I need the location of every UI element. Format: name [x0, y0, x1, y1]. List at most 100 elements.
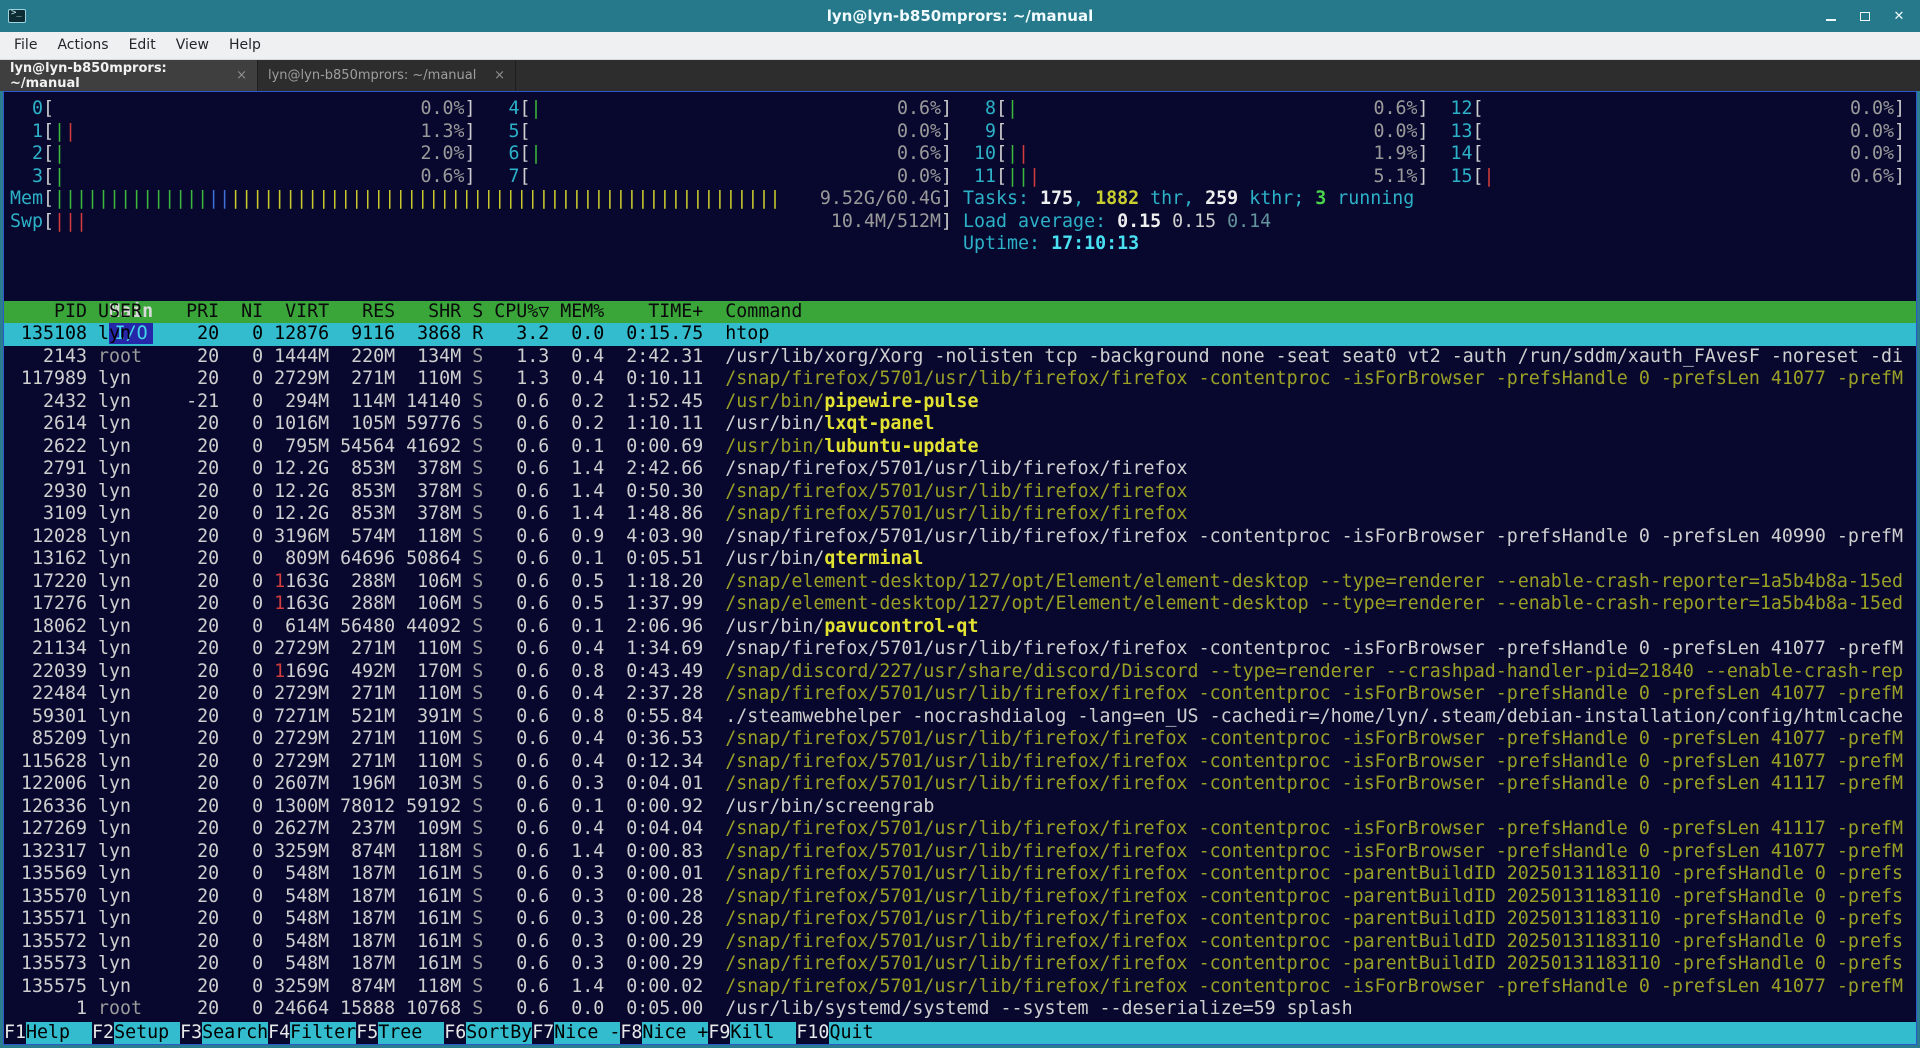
cell-mem-percent: 0.3: [549, 953, 604, 976]
process-row[interactable]: 17220lyn2001163G288M106MS0.60.51:18.20/s…: [10, 571, 1916, 594]
fnkey-f7-nice-[interactable]: F7Nice -: [532, 1022, 620, 1045]
htop-screen-tabs: Main I/O: [10, 278, 1916, 301]
fnbar-filler: [895, 1022, 1916, 1045]
process-row[interactable]: 122006lyn2002607M196M103MS0.60.30:04.01/…: [10, 773, 1916, 796]
terminal-tab-1[interactable]: lyn@lyn-b850mprors: ~/manual×: [0, 60, 258, 91]
process-row[interactable]: 2432lyn-210294M114M14140S0.60.21:52.45/u…: [10, 391, 1916, 414]
column-header-ni[interactable]: NI: [219, 301, 263, 324]
menu-item-edit[interactable]: Edit: [119, 32, 166, 59]
fnkey-key: F2: [92, 1022, 114, 1045]
column-header-pri[interactable]: PRI: [186, 301, 219, 324]
fnkey-f6-sortby[interactable]: F6SortBy: [444, 1022, 532, 1045]
cell-pid: 117989: [10, 368, 87, 391]
column-header-user[interactable]: USER: [98, 301, 186, 324]
process-row-selected[interactable]: 135108lyn2001287691163868R3.20.00:15.75h…: [4, 323, 1916, 346]
process-row[interactable]: 135572lyn200548M187M161MS0.60.30:00.29/s…: [10, 931, 1916, 954]
terminal-tab-2[interactable]: lyn@lyn-b850mprors: ~/manual×: [258, 60, 516, 91]
cell-cpu-percent: 0.6: [483, 886, 549, 909]
meter-value: 0.0%: [1850, 98, 1894, 121]
process-row[interactable]: 126336lyn2001300M7801259192S0.60.10:00.9…: [10, 796, 1916, 819]
meter-bar: |0.6%: [1007, 98, 1417, 121]
terminal-window: lyn@lyn-b850mprors: ~/manual ✕ FileActio…: [0, 0, 1920, 1048]
close-button[interactable]: ✕: [1892, 9, 1906, 23]
column-header-cpu[interactable]: CPU%▽: [483, 301, 549, 324]
process-row[interactable]: 12028lyn2003196M574M118MS0.60.94:03.90/s…: [10, 526, 1916, 549]
cell-user: lyn: [98, 391, 186, 414]
cell-shr: 10768: [395, 998, 461, 1021]
text-segment: running: [1326, 188, 1414, 209]
menu-item-view[interactable]: View: [166, 32, 219, 59]
fnkey-f10-quit[interactable]: F10Quit: [796, 1022, 895, 1045]
tab-close-icon[interactable]: ×: [486, 68, 505, 83]
text-segment: thr,: [1139, 188, 1205, 209]
cell-user: lyn: [98, 818, 186, 841]
cell-ni: 0: [219, 458, 263, 481]
process-row[interactable]: 117989lyn2002729M271M110MS1.30.40:10.11/…: [10, 368, 1916, 391]
process-row[interactable]: 2614lyn2001016M105M59776S0.60.21:10.11/u…: [10, 413, 1916, 436]
column-header-time[interactable]: TIME+: [604, 301, 703, 324]
process-row[interactable]: 135570lyn200548M187M161MS0.60.30:00.28/s…: [10, 886, 1916, 909]
fnkey-f1-help[interactable]: F1Help: [4, 1022, 92, 1045]
process-row[interactable]: 2622lyn200795M5456441692S0.60.10:00.69/u…: [10, 436, 1916, 459]
meter-ticks: |: [531, 98, 542, 121]
meter-bracket-close: ]: [1894, 166, 1905, 189]
cell-cpu-percent: 0.6: [483, 413, 549, 436]
column-header-cmd[interactable]: Command: [725, 301, 1916, 324]
menu-item-help[interactable]: Help: [219, 32, 271, 59]
column-header-res[interactable]: RES: [329, 301, 395, 324]
cell-pid: 135575: [10, 976, 87, 999]
process-row[interactable]: 135571lyn200548M187M161MS0.60.30:00.28/s…: [10, 908, 1916, 931]
fnkey-f2-setup[interactable]: F2Setup: [92, 1022, 180, 1045]
fnkey-f9-kill[interactable]: F9Kill: [708, 1022, 796, 1045]
maximize-button[interactable]: [1858, 9, 1872, 23]
process-row[interactable]: 2930lyn20012.2G853M378MS0.61.40:50.30/sn…: [10, 481, 1916, 504]
process-row[interactable]: 59301lyn2007271M521M391MS0.60.80:55.84./…: [10, 706, 1916, 729]
process-row[interactable]: 21134lyn2002729M271M110MS0.60.41:34.69/s…: [10, 638, 1916, 661]
meter-bracket-open: [: [996, 166, 1007, 189]
fnkey-f8-nice+[interactable]: F8Nice +: [620, 1022, 708, 1045]
cell-time: 0:55.84: [604, 706, 703, 729]
cell-time: 0:36.53: [604, 728, 703, 751]
process-row[interactable]: 2791lyn20012.2G853M378MS0.61.42:42.66/sn…: [10, 458, 1916, 481]
process-row[interactable]: 135573lyn200548M187M161MS0.60.30:00.29/s…: [10, 953, 1916, 976]
process-row[interactable]: 18062lyn200614M5648044092S0.60.12:06.96/…: [10, 616, 1916, 639]
process-row[interactable]: 132317lyn2003259M874M118MS0.61.40:00.83/…: [10, 841, 1916, 864]
cell-virt: 1016M: [263, 413, 329, 436]
fnkey-key: F5: [356, 1022, 378, 1045]
column-header-s[interactable]: S: [461, 301, 483, 324]
process-row[interactable]: 135575lyn2003259M874M118MS0.61.40:00.02/…: [10, 976, 1916, 999]
process-row[interactable]: 22039lyn2001169G492M170MS0.60.80:43.49/s…: [10, 661, 1916, 684]
fnkey-f5-tree[interactable]: F5Tree: [356, 1022, 444, 1045]
command-segment: /snap/firefox/5701/usr/lib/firefox/firef…: [725, 526, 1903, 547]
process-row[interactable]: 85209lyn2002729M271M110MS0.60.40:36.53/s…: [10, 728, 1916, 751]
column-header-mem[interactable]: MEM%: [549, 301, 604, 324]
process-row[interactable]: 2143root2001444M220M134MS1.30.42:42.31/u…: [10, 346, 1916, 369]
process-row[interactable]: 127269lyn2002627M237M109MS0.60.40:04.04/…: [10, 818, 1916, 841]
cell-state: S: [461, 593, 483, 616]
column-header-shr[interactable]: SHR: [395, 301, 461, 324]
tab-close-icon[interactable]: ×: [228, 68, 247, 83]
process-row[interactable]: 13162lyn200809M6469650864S0.60.10:05.51/…: [10, 548, 1916, 571]
menu-item-actions[interactable]: Actions: [47, 32, 118, 59]
process-row[interactable]: 1root200246641588810768S0.60.00:05.00/us…: [10, 998, 1916, 1021]
cell-res: 874M: [329, 976, 395, 999]
cell-pid: 122006: [10, 773, 87, 796]
process-row[interactable]: 17276lyn2001163G288M106MS0.60.51:37.99/s…: [10, 593, 1916, 616]
fnkey-f3-search[interactable]: F3Search: [180, 1022, 268, 1045]
process-row[interactable]: 3109lyn20012.2G853M378MS0.61.41:48.86/sn…: [10, 503, 1916, 526]
process-row[interactable]: 22484lyn2002729M271M110MS0.60.42:37.28/s…: [10, 683, 1916, 706]
process-row[interactable]: 115628lyn2002729M271M110MS0.60.40:12.34/…: [10, 751, 1916, 774]
cell-virt: 7271M: [263, 706, 329, 729]
process-row[interactable]: 135569lyn200548M187M161MS0.60.30:00.01/s…: [10, 863, 1916, 886]
menu-item-file[interactable]: File: [4, 32, 47, 59]
column-header-virt[interactable]: VIRT: [263, 301, 329, 324]
cell-user: lyn: [98, 751, 186, 774]
minimize-button[interactable]: [1824, 9, 1838, 23]
fnkey-f4-filter[interactable]: F4Filter: [268, 1022, 356, 1045]
cpu-meter-14: 14[0.0%]: [1440, 143, 1917, 166]
column-header-pid[interactable]: PID: [10, 301, 87, 324]
meter-bracket-open: [: [996, 98, 1007, 121]
cell-command: /usr/bin/pipewire-pulse: [725, 391, 1916, 414]
meter-caption: 6: [487, 143, 520, 166]
cell-res: 187M: [329, 953, 395, 976]
